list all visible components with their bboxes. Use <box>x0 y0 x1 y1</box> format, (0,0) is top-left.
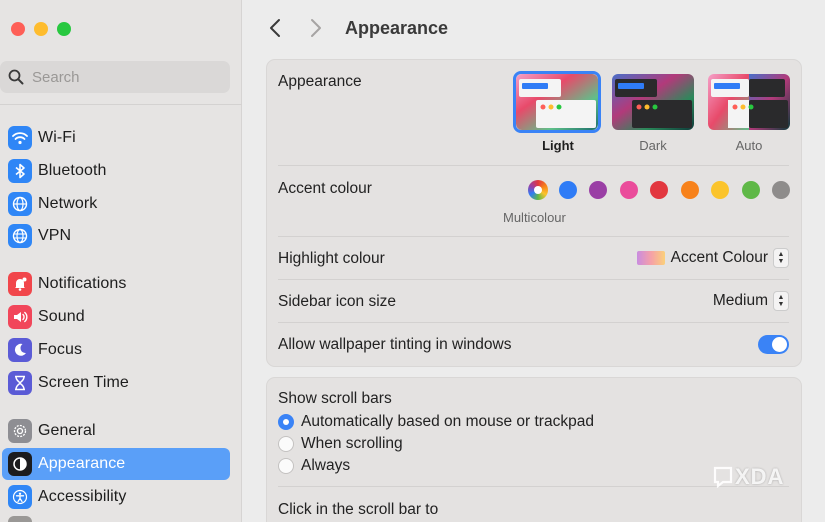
sidebar-item-label: Accessibility <box>38 488 127 505</box>
appearance-dark-label: Dark <box>639 138 667 153</box>
accent-yellow-swatch[interactable] <box>711 181 729 199</box>
accent-purple-swatch[interactable] <box>589 181 607 199</box>
highlight-colour-popup[interactable]: Accent Colour ▲ ▼ <box>636 248 789 268</box>
sidebar-item-general[interactable]: General <box>2 415 230 447</box>
sidebar-item-label: Sound <box>38 308 85 325</box>
sidebar-item-screen-time[interactable]: Screen Time <box>2 367 230 399</box>
appearance-light-option[interactable] <box>513 71 601 133</box>
row-separator <box>278 279 789 280</box>
chevron-right-icon <box>311 19 321 37</box>
appearance-auto-option[interactable] <box>708 74 790 130</box>
appearance-icon <box>8 452 32 476</box>
row-separator <box>278 165 789 166</box>
page-title: Appearance <box>345 18 449 38</box>
scroll-bars-option-always[interactable]: Always <box>278 457 350 475</box>
sidebar-icon-size-label: Sidebar icon size <box>278 293 397 310</box>
chevron-up-down-icon: ▲ ▼ <box>773 248 789 268</box>
wallpaper-tinting-label: Allow wallpaper tinting in windows <box>278 336 512 353</box>
sidebar-item-notifications[interactable]: Notifications <box>2 268 230 300</box>
sidebar-item-label: Network <box>38 195 98 212</box>
row-separator <box>278 236 789 237</box>
bluetooth-icon <box>8 159 32 183</box>
chevron-up-down-icon: ▲ ▼ <box>773 291 789 311</box>
accessibility-icon <box>8 485 32 509</box>
radio-button[interactable] <box>278 458 294 474</box>
sidebar-item-partial <box>8 516 32 522</box>
wallpaper-tinting-toggle[interactable] <box>758 335 789 354</box>
sidebar-item-accessibility[interactable]: Accessibility <box>2 481 230 513</box>
hourglass-icon <box>8 371 32 395</box>
sidebar-item-label: Bluetooth <box>38 162 107 179</box>
accent-graphite-swatch[interactable] <box>772 181 790 199</box>
scroll-bars-label: Show scroll bars <box>278 390 392 407</box>
sidebar-item-label: General <box>38 422 96 439</box>
watermark-text: XDA <box>735 464 785 489</box>
sidebar-item-label: Focus <box>38 341 83 358</box>
back-button[interactable] <box>265 16 285 40</box>
speaker-icon <box>8 305 32 329</box>
scroll-bars-option-automatic[interactable]: Automatically based on mouse or trackpad <box>278 413 594 431</box>
search-field[interactable] <box>0 61 230 93</box>
accent-blue-swatch[interactable] <box>559 181 577 199</box>
forward-button[interactable] <box>306 16 326 40</box>
highlight-colour-label: Highlight colour <box>278 250 385 267</box>
accent-colour-label: Accent colour <box>278 180 372 197</box>
radio-button-selected[interactable] <box>278 414 294 430</box>
xda-watermark: XDA <box>713 464 784 490</box>
zoom-window-button[interactable] <box>57 22 71 36</box>
radio-label: When scrolling <box>301 435 403 452</box>
main-pane: Appearance Appearance Light Dark Auto Ac… <box>243 0 825 522</box>
sidebar-icon-size-value: Medium <box>712 292 768 309</box>
sidebar: Wi-Fi Bluetooth Network VPN Notification… <box>0 0 242 522</box>
appearance-settings-card: Appearance Light Dark Auto Accent colour… <box>266 59 802 367</box>
sidebar-item-label: Screen Time <box>38 374 129 391</box>
sidebar-icon-size-popup[interactable]: Medium ▲ ▼ <box>713 291 789 311</box>
wifi-icon <box>8 126 32 150</box>
scroll-bars-card: Show scroll bars Automatically based on … <box>266 377 802 522</box>
moon-icon <box>8 338 32 362</box>
chevron-left-icon <box>270 19 280 37</box>
appearance-auto-label: Auto <box>735 138 763 153</box>
search-icon <box>8 69 24 85</box>
sidebar-item-appearance[interactable]: Appearance <box>2 448 230 480</box>
vpn-globe-icon <box>8 224 32 248</box>
accent-red-swatch[interactable] <box>650 181 668 199</box>
accent-multicolour-swatch[interactable] <box>528 180 548 200</box>
sidebar-item-vpn[interactable]: VPN <box>2 220 230 252</box>
row-separator <box>278 322 789 323</box>
appearance-dark-option[interactable] <box>612 74 694 130</box>
radio-button[interactable] <box>278 436 294 452</box>
sidebar-item-focus[interactable]: Focus <box>2 334 230 366</box>
sidebar-item-wifi[interactable]: Wi-Fi <box>2 122 230 154</box>
sidebar-item-bluetooth[interactable]: Bluetooth <box>2 155 230 187</box>
radio-label: Always <box>301 457 351 474</box>
radio-label: Automatically based on mouse or trackpad <box>301 413 594 430</box>
highlight-colour-swatch <box>636 251 665 265</box>
accent-pink-swatch[interactable] <box>620 181 638 199</box>
close-window-button[interactable] <box>11 22 25 36</box>
sidebar-item-label: Appearance <box>38 455 126 472</box>
globe-icon <box>8 192 32 216</box>
light-preview-image <box>516 74 598 130</box>
accent-selected-name: Multicolour <box>503 210 566 225</box>
minimize-window-button[interactable] <box>34 22 48 36</box>
accent-orange-swatch[interactable] <box>681 181 699 199</box>
sidebar-divider <box>0 104 242 105</box>
xda-logo-icon <box>713 466 733 488</box>
scroll-bars-option-when-scrolling[interactable]: When scrolling <box>278 435 403 453</box>
sidebar-item-label: Notifications <box>38 275 127 292</box>
gear-icon <box>8 419 32 443</box>
window-controls <box>11 22 71 36</box>
appearance-light-label: Light <box>542 138 574 153</box>
sidebar-item-sound[interactable]: Sound <box>2 301 230 333</box>
search-input[interactable] <box>32 68 212 86</box>
sidebar-item-label: VPN <box>38 227 72 244</box>
highlight-colour-value: Accent Colour <box>670 249 768 266</box>
click-scroll-bar-label: Click in the scroll bar to <box>278 501 439 518</box>
bell-icon <box>8 272 32 296</box>
appearance-label: Appearance <box>278 73 362 90</box>
sidebar-item-label: Wi-Fi <box>38 129 76 146</box>
accent-green-swatch[interactable] <box>742 181 760 199</box>
sidebar-item-network[interactable]: Network <box>2 188 230 220</box>
